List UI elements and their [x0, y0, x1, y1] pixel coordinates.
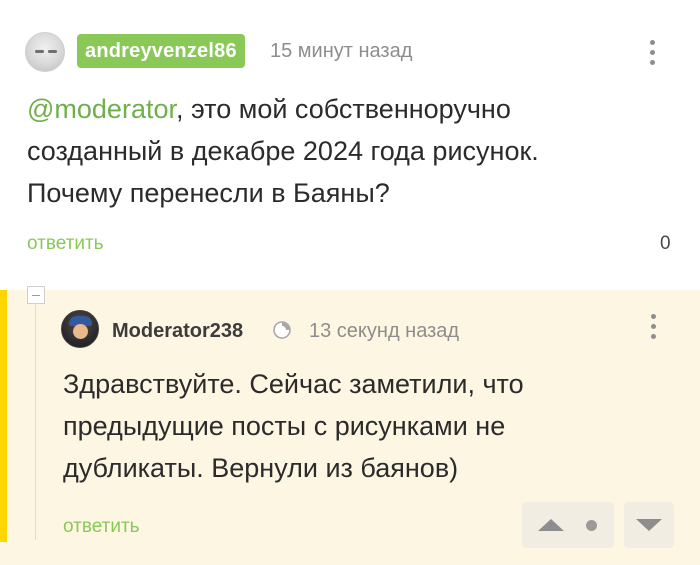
- avatar-eye: [35, 50, 44, 53]
- avatar-eye: [48, 50, 57, 53]
- more-vertical-icon[interactable]: [649, 40, 657, 70]
- avatar-face: [73, 324, 88, 339]
- vote-up-icon: [538, 519, 564, 531]
- collapse-icon[interactable]: [27, 286, 45, 304]
- author-name[interactable]: andreyvenzel86: [77, 34, 245, 68]
- comment-time[interactable]: 15 минут назад: [270, 38, 412, 64]
- comment-rating: 0: [660, 233, 671, 254]
- comment-text-line1: , это мой собственноручно: [175, 94, 511, 124]
- comment-text-line3: Почему перенесли в Баяны?: [27, 178, 390, 208]
- comment-text-line2: созданный в декабре 2024 года рисунок.: [27, 136, 539, 166]
- vote-down-button[interactable]: [624, 502, 674, 548]
- comment-text-line3: дубликаты. Вернули из баянов): [63, 453, 459, 483]
- vote-down-icon: [636, 519, 662, 531]
- moderator-icon: [273, 321, 291, 339]
- comment-text-line1: Здравствуйте. Сейчас заметили, что: [63, 369, 524, 399]
- comment-text: @moderator, это мой собственноручно созд…: [27, 88, 677, 214]
- reply-button[interactable]: ответить: [63, 515, 140, 539]
- thread-line[interactable]: [35, 304, 36, 540]
- vote-up-button[interactable]: [522, 502, 614, 548]
- rating-hidden-dot: [586, 520, 597, 531]
- avatar[interactable]: [61, 310, 99, 348]
- comment-card: andreyvenzel86 15 минут назад @moderator…: [0, 0, 700, 290]
- reply-comment: Moderator238 13 секунд назад Здравствуйт…: [0, 286, 700, 565]
- comment-text-line2: предыдущие посты с рисунками не: [63, 411, 506, 441]
- reply-button[interactable]: ответить: [27, 232, 104, 256]
- mention-link[interactable]: @moderator: [27, 94, 176, 124]
- comment-text: Здравствуйте. Сейчас заметили, что преды…: [63, 363, 683, 489]
- more-vertical-icon[interactable]: [650, 314, 658, 344]
- new-comment-highlight: [0, 290, 7, 542]
- avatar[interactable]: [25, 32, 65, 72]
- comment-time[interactable]: 13 секунд назад: [309, 318, 459, 344]
- author-name[interactable]: Moderator238: [112, 318, 243, 344]
